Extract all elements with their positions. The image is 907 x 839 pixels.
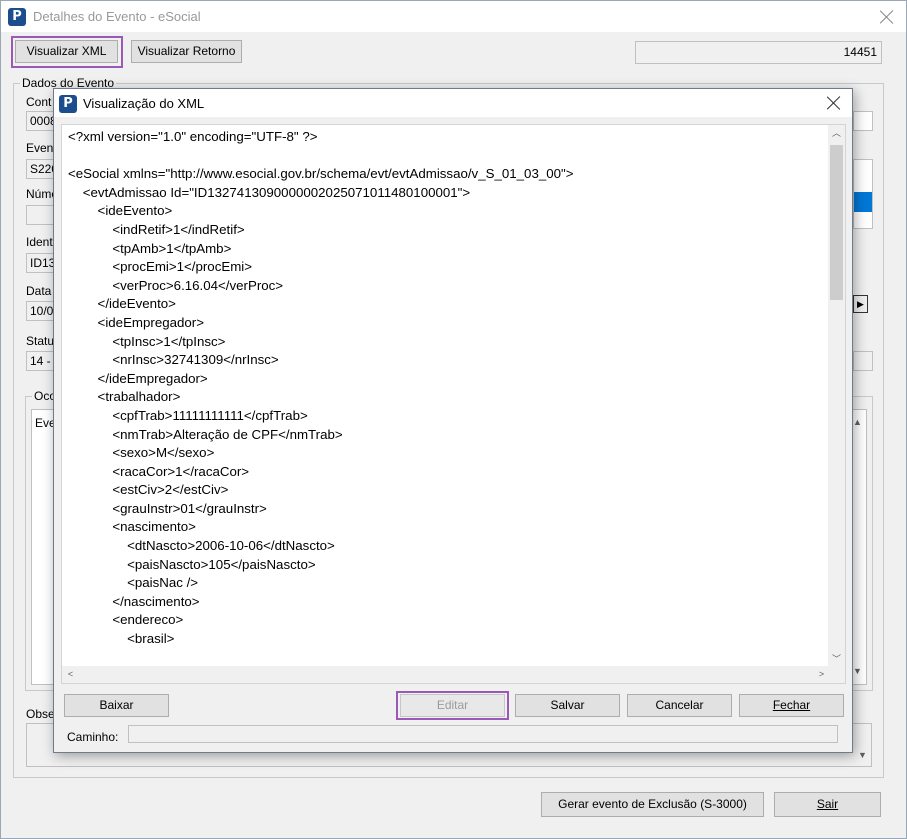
field-label-evento: Even bbox=[26, 141, 54, 155]
baixar-button[interactable]: Baixar bbox=[64, 694, 169, 717]
xml-line: <evtAdmissao Id="ID132741309000000202507… bbox=[68, 184, 471, 200]
salvar-button[interactable]: Salvar bbox=[515, 694, 620, 717]
xml-line: <paisNascto>105</paisNascto> bbox=[68, 556, 316, 572]
xml-line: <tpInsc>1</tpInsc> bbox=[68, 333, 226, 349]
right-field-1[interactable] bbox=[853, 111, 873, 131]
visualizar-xml-highlight bbox=[11, 36, 123, 68]
xml-line: <cpfTrab>11111111111</cpfTrab> bbox=[68, 407, 308, 423]
xml-line: <paisNac /> bbox=[68, 575, 199, 591]
field-label-data: Data bbox=[26, 284, 52, 298]
editar-highlight bbox=[396, 691, 509, 720]
xml-line: </nascimento> bbox=[68, 593, 200, 609]
right-field-2[interactable] bbox=[853, 351, 873, 371]
xml-line: <brasil> bbox=[68, 631, 175, 647]
dialog-logo-icon: P bbox=[59, 95, 77, 113]
fechar-button-label: Fechar bbox=[772, 698, 811, 712]
xml-line: <eSocial xmlns="http://www.esocial.gov.b… bbox=[68, 166, 574, 182]
xml-horizontal-scrollbar[interactable]: < > bbox=[62, 666, 830, 683]
xml-line: <verProc>6.16.04</verProc> bbox=[68, 277, 284, 293]
right-list[interactable] bbox=[853, 159, 873, 229]
dialog-title: Visualização do XML bbox=[83, 96, 205, 111]
xml-line: <dtNascto>2006-10-06</dtNascto> bbox=[68, 538, 335, 554]
caminho-label: Caminho: bbox=[67, 730, 119, 744]
xml-line bbox=[68, 147, 823, 166]
main-close-icon[interactable] bbox=[877, 7, 897, 27]
xml-line: </ideEvento> bbox=[68, 296, 176, 312]
scroll-thumb[interactable] bbox=[830, 145, 843, 300]
observacoes-scroll-down-icon[interactable]: ▼ bbox=[854, 747, 871, 764]
sair-button[interactable]: Sair bbox=[774, 792, 881, 817]
xml-line: <sexo>M</sexo> bbox=[68, 445, 215, 461]
scroll-left-icon[interactable]: < bbox=[62, 666, 79, 683]
xml-vertical-scrollbar[interactable]: ︿ ﹀ bbox=[828, 125, 845, 668]
xml-line: <procEmi>1</procEmi> bbox=[68, 259, 253, 275]
xml-line: <ideEmpregador> bbox=[68, 314, 205, 330]
xml-line: <?xml version="1.0" encoding="UTF-8" ?> bbox=[68, 129, 318, 144]
xml-line: <grauInstr>01</grauInstr> bbox=[68, 500, 267, 516]
app-logo-icon: P bbox=[8, 8, 26, 26]
gerar-exclusao-button[interactable]: Gerar evento de Exclusão (S-3000) bbox=[541, 792, 764, 817]
xml-line: <nascimento> bbox=[68, 519, 196, 535]
xml-viewer-dialog: P Visualização do XML <?xml version="1.0… bbox=[53, 88, 853, 753]
xml-line: <endereco> bbox=[68, 612, 184, 628]
xml-line: </ideEmpregador> bbox=[68, 370, 208, 386]
right-arrow-icon[interactable]: ▶ bbox=[853, 295, 868, 313]
dialog-titlebar: P Visualização do XML bbox=[54, 89, 852, 117]
scroll-corner bbox=[828, 666, 845, 683]
xml-line: <nrInsc>32741309</nrInsc> bbox=[68, 352, 279, 368]
field-label-numero: Núme bbox=[26, 187, 56, 201]
xml-line: <trabalhador> bbox=[68, 389, 181, 405]
visualizar-retorno-button[interactable]: Visualizar Retorno bbox=[131, 40, 242, 63]
fechar-button[interactable]: Fechar bbox=[739, 694, 844, 717]
dialog-close-icon[interactable] bbox=[824, 93, 844, 113]
scroll-up-icon[interactable]: ︿ bbox=[828, 125, 845, 142]
xml-text-area[interactable]: <?xml version="1.0" encoding="UTF-8" ?> … bbox=[61, 124, 846, 684]
right-list-selected[interactable] bbox=[854, 192, 872, 212]
sair-button-label: Sair bbox=[816, 797, 839, 811]
xml-content: <?xml version="1.0" encoding="UTF-8" ?> … bbox=[68, 128, 823, 649]
field-label-cont: Cont bbox=[26, 95, 52, 109]
field-label-ident: Ident bbox=[26, 235, 53, 249]
event-id-field: 14451 bbox=[635, 41, 882, 64]
main-window-title: Detalhes do Evento - eSocial bbox=[33, 9, 201, 24]
caminho-field[interactable] bbox=[128, 725, 838, 743]
xml-line: <nmTrab>Alteração de CPF</nmTrab> bbox=[68, 426, 343, 442]
xml-line: <racaCor>1</racaCor> bbox=[68, 463, 250, 479]
xml-line: <tpAmb>1</tpAmb> bbox=[68, 240, 232, 256]
xml-line: <indRetif>1</indRetif> bbox=[68, 221, 245, 237]
field-label-status: Statu bbox=[26, 334, 55, 348]
xml-line: <ideEvento> bbox=[68, 203, 173, 219]
cancelar-button[interactable]: Cancelar bbox=[627, 694, 732, 717]
xml-line: <estCiv>2</estCiv> bbox=[68, 482, 229, 498]
main-titlebar: P Detalhes do Evento - eSocial bbox=[1, 1, 906, 32]
observacoes-label: Obse bbox=[26, 707, 55, 721]
